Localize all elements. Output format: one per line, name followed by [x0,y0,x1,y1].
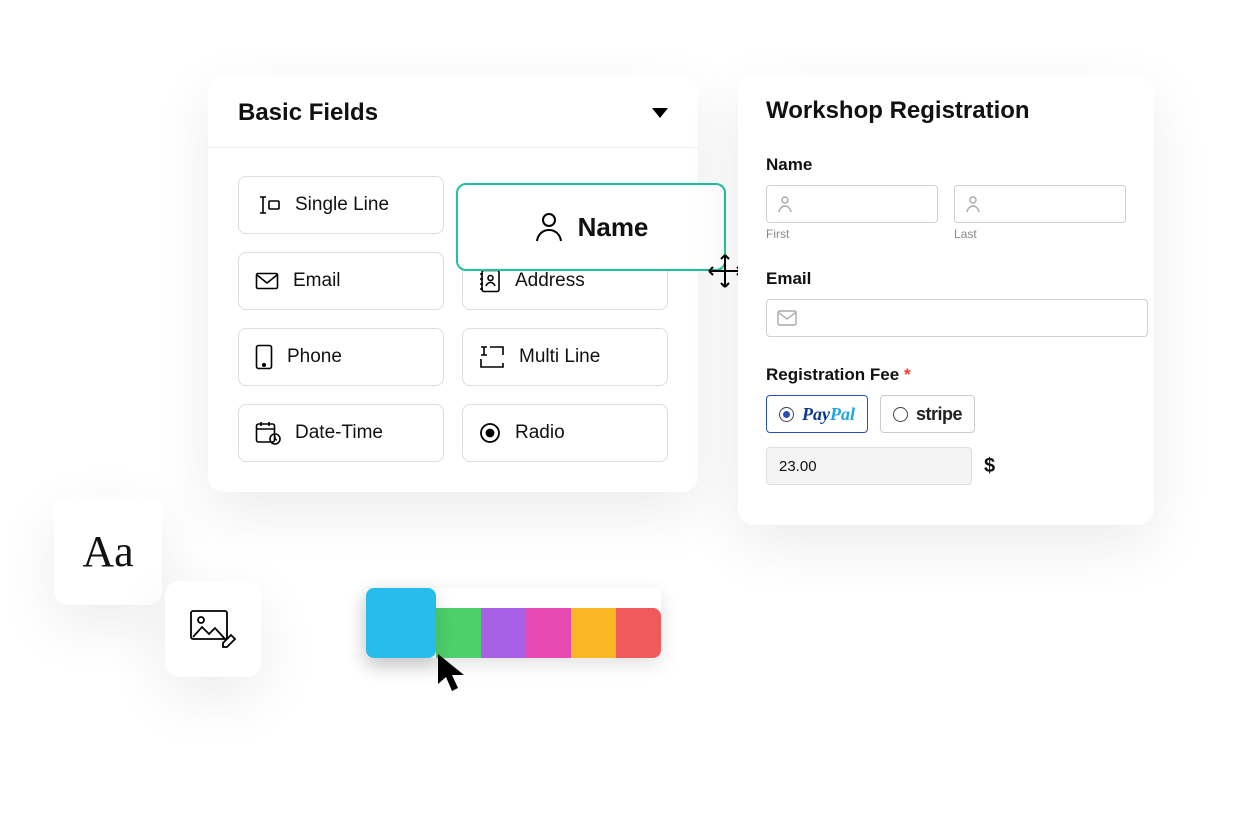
color-swatch-4[interactable] [526,608,571,658]
color-swatch-3[interactable] [481,608,526,658]
currency-label: $ [984,455,995,478]
basic-fields-header[interactable]: Basic Fields [208,75,698,148]
tile-label: Email [293,270,341,292]
calendar-clock-icon [255,421,281,445]
tile-label: Multi Line [519,346,600,368]
person-icon [965,195,981,213]
typography-tool[interactable]: Aa [54,497,162,605]
drag-label: Name [578,212,649,243]
first-name-input[interactable] [766,185,938,223]
mail-icon [255,271,279,291]
textarea-icon [479,346,505,368]
form-title: Workshop Registration [766,97,1126,125]
form-field-fee: Registration Fee * PayPal stripe 23.00 $ [766,365,1126,485]
fee-amount-input[interactable]: 23.00 [766,447,972,485]
field-label: Registration Fee * [766,365,1126,385]
person-icon [777,195,793,213]
dragging-field-name[interactable]: Name [456,183,726,271]
tile-label: Phone [287,346,342,368]
basic-fields-title: Basic Fields [238,99,378,127]
field-radio[interactable]: Radio [462,404,668,462]
field-email[interactable]: Email [238,252,444,310]
field-multi-line[interactable]: Multi Line [462,328,668,386]
tile-label: Single Line [295,194,389,216]
required-star: * [904,365,911,384]
basic-fields-panel: Basic Fields Single Line Email Address P… [208,75,698,492]
first-sublabel: First [766,227,938,241]
radio-on-icon [779,407,794,422]
email-input[interactable] [766,299,1148,337]
radio-off-icon [893,407,908,422]
tile-label: Address [515,270,585,292]
stripe-logo: stripe [916,404,962,425]
person-icon [534,211,564,243]
form-field-email: Email [766,269,1126,337]
paypal-logo: PayPal [802,404,855,425]
address-book-icon [479,269,501,293]
chevron-down-icon[interactable] [652,108,668,118]
payment-option-paypal[interactable]: PayPal [766,395,868,433]
mail-icon [777,310,797,326]
color-swatch-6[interactable] [616,608,661,658]
text-cursor-icon [255,195,281,215]
last-name-input[interactable] [954,185,1126,223]
form-field-name: Name First Last [766,155,1126,241]
tile-label: Radio [515,422,565,444]
field-date-time[interactable]: Date-Time [238,404,444,462]
field-label: Name [766,155,1126,175]
tile-label: Date-Time [295,422,383,444]
mobile-icon [255,344,273,370]
cursor-icon [434,652,470,694]
color-swatch-2[interactable] [436,608,481,658]
color-swatch-5[interactable] [571,608,616,658]
color-swatch-1[interactable] [366,588,436,658]
color-palette [366,588,661,658]
form-preview-panel: Workshop Registration Name First Last Em… [738,75,1154,525]
image-edit-icon [189,609,237,649]
last-sublabel: Last [954,227,1126,241]
typography-icon: Aa [82,526,133,577]
radio-icon [479,422,501,444]
field-single-line[interactable]: Single Line [238,176,444,234]
image-tool[interactable] [165,581,261,677]
field-label: Email [766,269,1126,289]
field-phone[interactable]: Phone [238,328,444,386]
payment-option-stripe[interactable]: stripe [880,395,975,433]
